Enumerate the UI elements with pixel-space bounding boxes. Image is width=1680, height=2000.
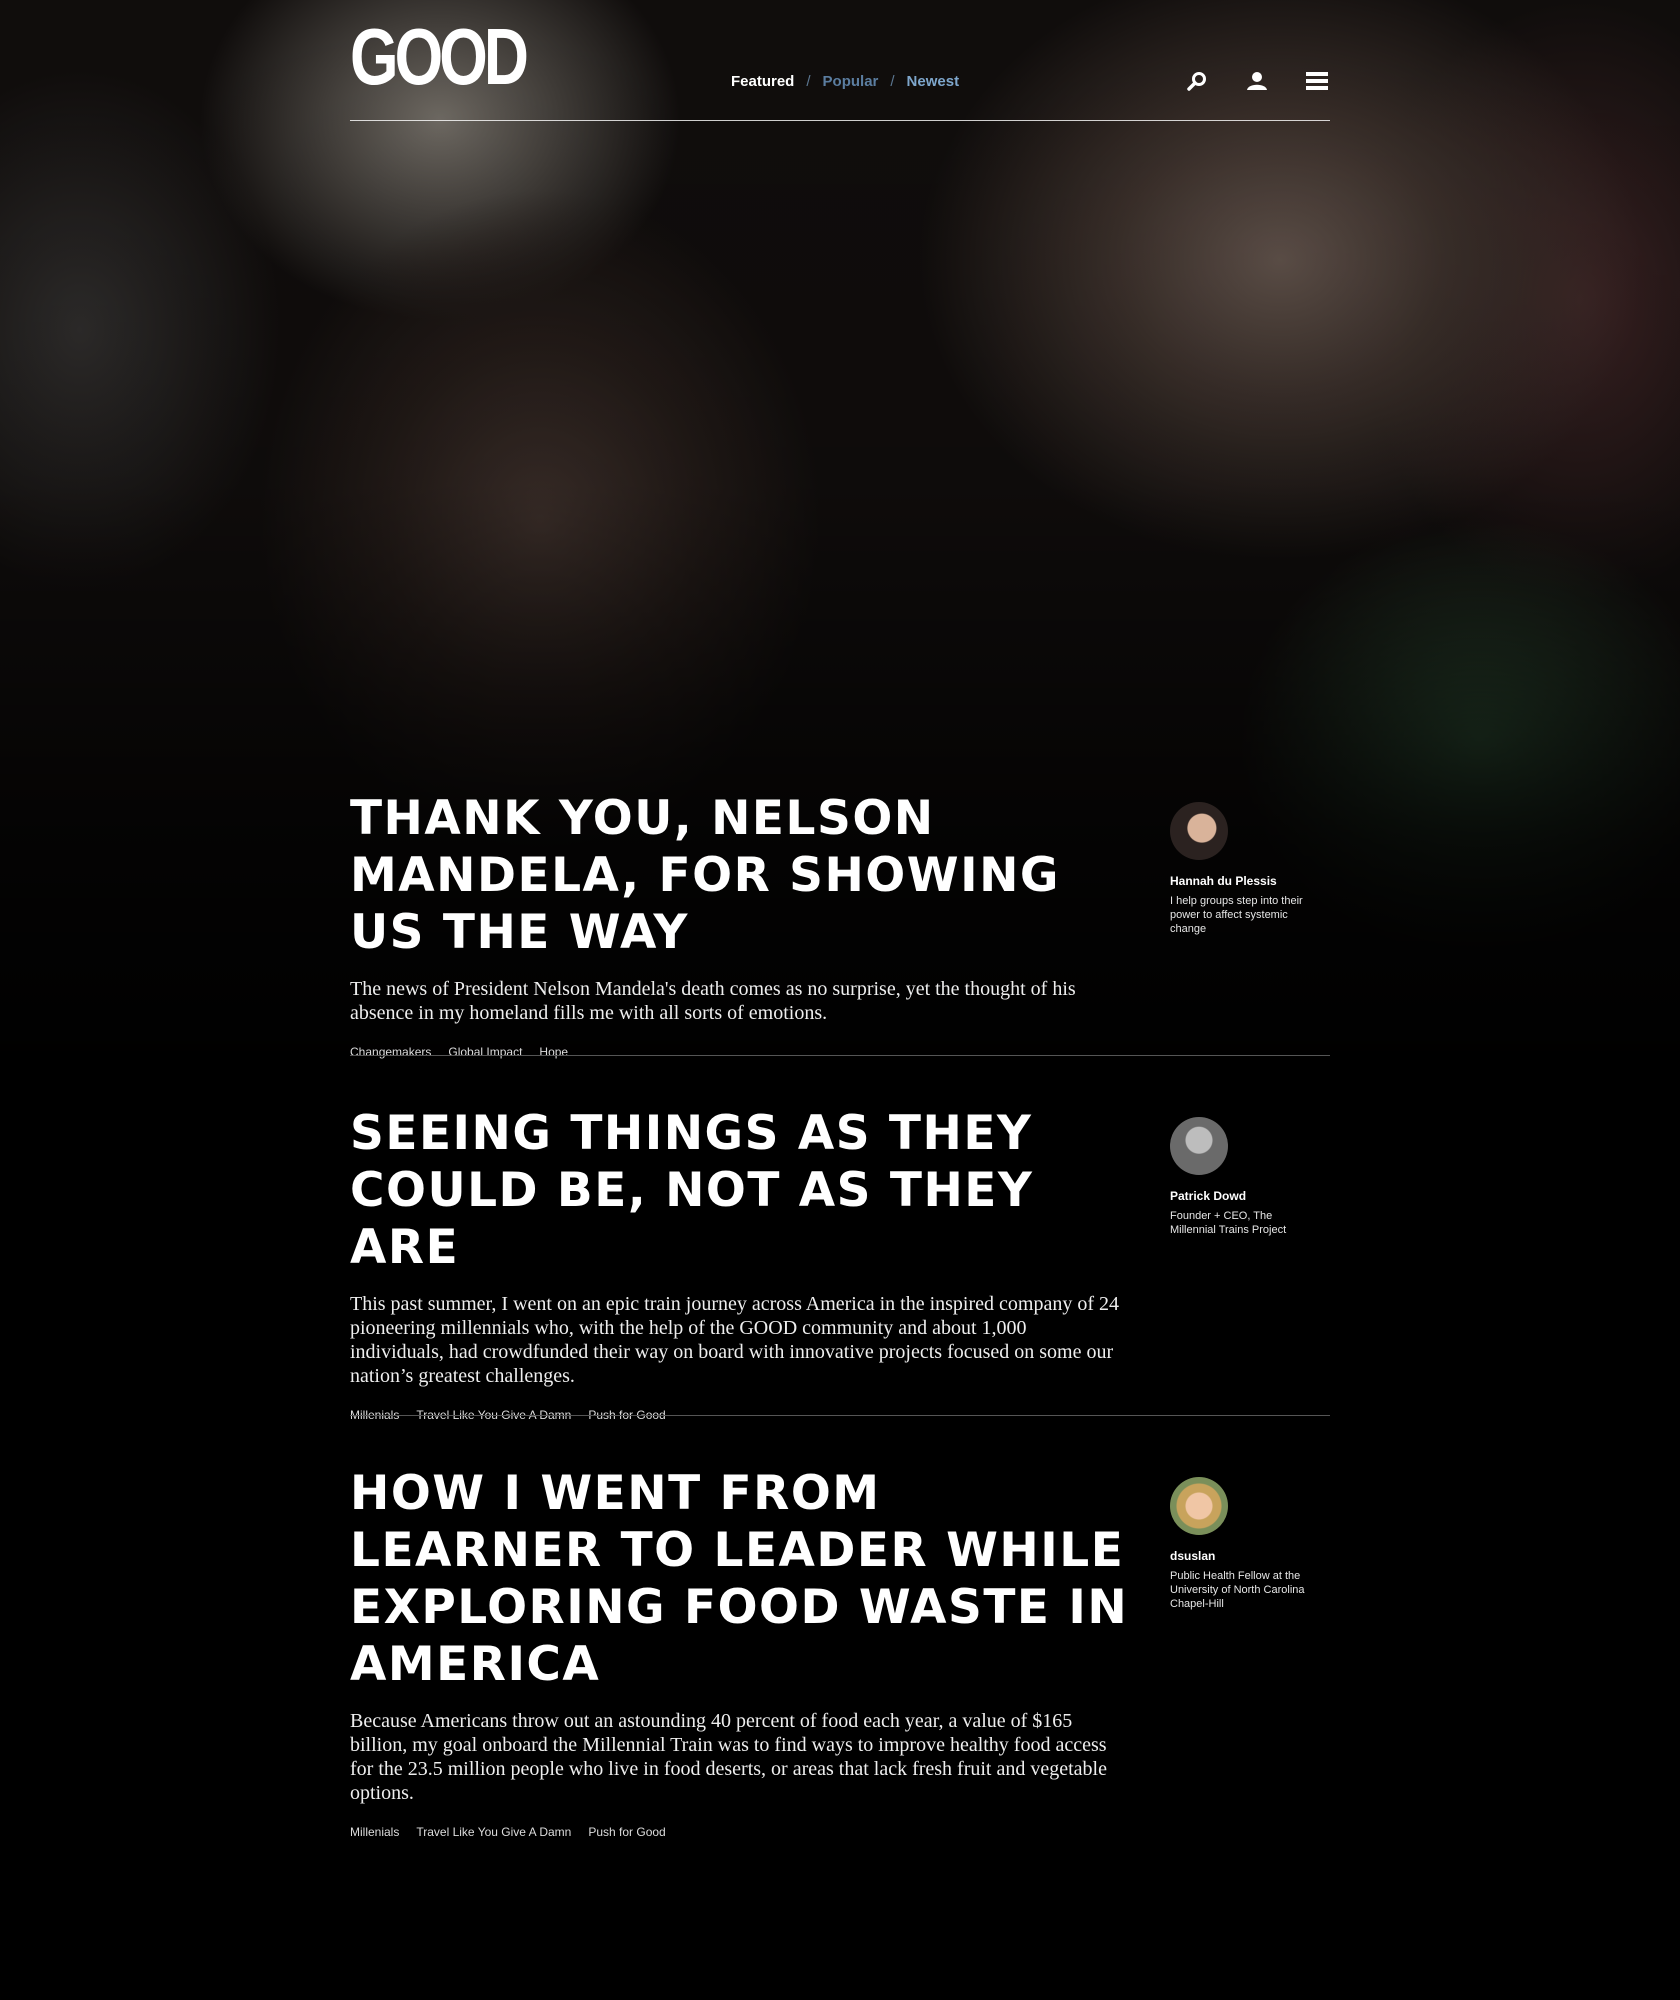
tag-link[interactable]: Hope: [539, 1045, 568, 1059]
article-card[interactable]: Thank you, Nelson Mandela, for showing u…: [350, 790, 1330, 1059]
tab-newest[interactable]: Newest: [907, 73, 960, 90]
tab-popular[interactable]: Popular: [823, 73, 879, 90]
author-block: dsuslan Public Health Fellow at the Univ…: [1170, 1477, 1310, 1611]
good-logo[interactable]: GOOD: [350, 17, 529, 97]
author-name[interactable]: Hannah du Plessis: [1170, 874, 1310, 888]
author-block: Patrick Dowd Founder + CEO, The Millenni…: [1170, 1117, 1310, 1237]
article-tags: Millenials Travel Like You Give A Damn P…: [350, 1825, 1330, 1839]
divider: [350, 1415, 1330, 1416]
tag-link[interactable]: Changemakers: [350, 1045, 431, 1059]
feed-tabs: Featured / Popular / Newest: [731, 73, 959, 90]
author-name[interactable]: Patrick Dowd: [1170, 1189, 1310, 1203]
article-excerpt: Because Americans throw out an astoundin…: [350, 1710, 1107, 1804]
article-excerpt: This past summer, I went on an epic trai…: [350, 1293, 1119, 1387]
avatar[interactable]: [1170, 1117, 1228, 1175]
article-excerpt: The news of President Nelson Mandela's d…: [350, 978, 1076, 1024]
author-bio: Public Health Fellow at the University o…: [1170, 1570, 1305, 1610]
author-block: Hannah du Plessis I help groups step int…: [1170, 802, 1310, 936]
article-card[interactable]: Seeing things as they could be, not as t…: [350, 1105, 1330, 1422]
tag-link[interactable]: Push for Good: [588, 1825, 665, 1839]
site-header: GOOD Featured / Popular / Newest: [350, 17, 1330, 121]
article-title[interactable]: Seeing things as they could be, not as t…: [350, 1105, 1130, 1276]
article-title[interactable]: Thank you, Nelson Mandela, for showing u…: [350, 790, 1130, 961]
search-icon[interactable]: [1184, 68, 1210, 94]
article-tags: Changemakers Global Impact Hope: [350, 1045, 1330, 1059]
author-bio: Founder + CEO, The Millennial Trains Pro…: [1170, 1210, 1287, 1236]
avatar[interactable]: [1170, 1477, 1228, 1535]
divider: [350, 1055, 1330, 1056]
tag-link[interactable]: Travel Like You Give A Damn: [416, 1825, 571, 1839]
menu-icon[interactable]: [1304, 68, 1330, 94]
header-actions: [1150, 68, 1330, 94]
nav-separator: /: [806, 73, 811, 90]
author-name[interactable]: dsuslan: [1170, 1549, 1310, 1563]
tab-featured[interactable]: Featured: [731, 73, 794, 90]
user-icon[interactable]: [1244, 68, 1270, 94]
tag-link[interactable]: Global Impact: [448, 1045, 522, 1059]
author-bio: I help groups step into their power to a…: [1170, 895, 1303, 935]
nav-separator: /: [890, 73, 895, 90]
avatar[interactable]: [1170, 802, 1228, 860]
tag-link[interactable]: Millenials: [350, 1825, 399, 1839]
article-title[interactable]: How I went from learner to leader while …: [350, 1465, 1130, 1693]
article-card[interactable]: How I went from learner to leader while …: [350, 1465, 1330, 1839]
